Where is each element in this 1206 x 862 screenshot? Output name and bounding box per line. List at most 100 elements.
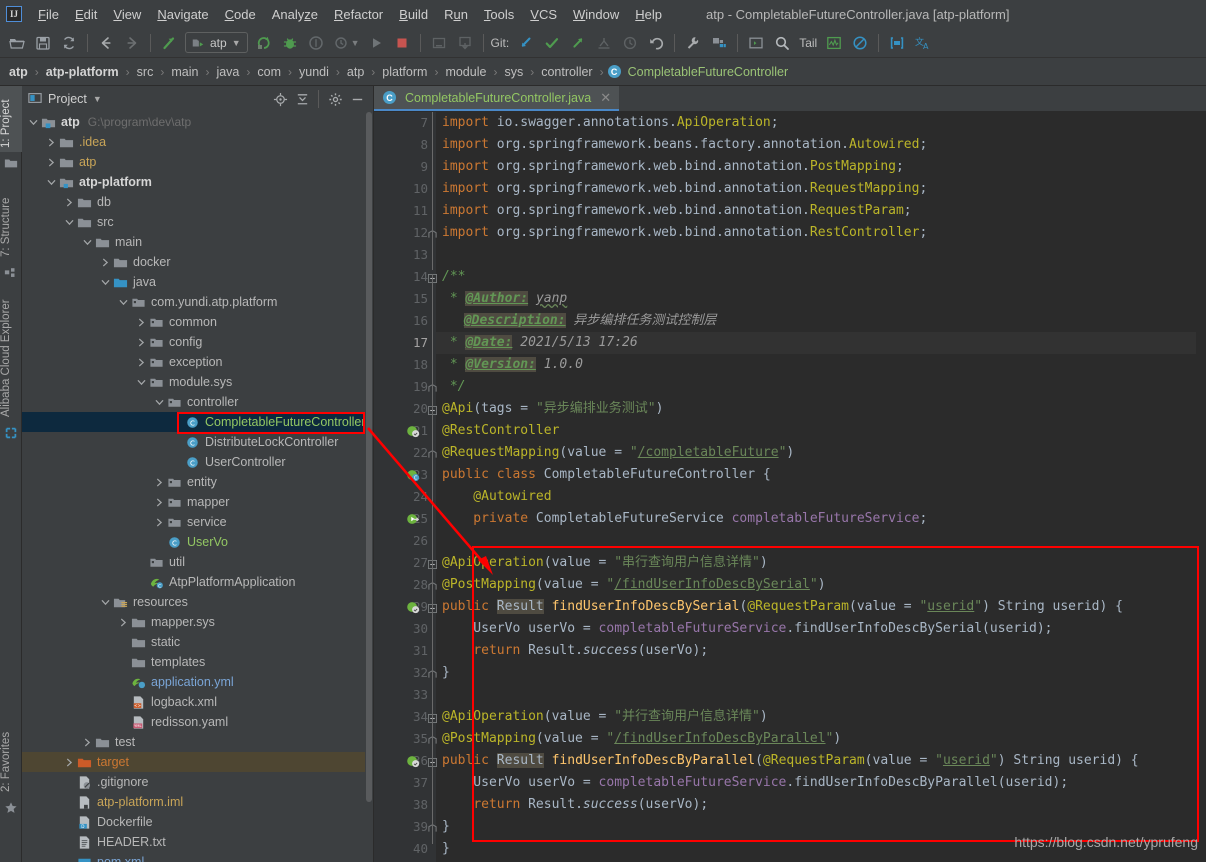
save-all-icon[interactable] bbox=[30, 30, 56, 56]
code-line[interactable]: } bbox=[436, 816, 450, 838]
chevron-right-icon[interactable] bbox=[154, 477, 165, 488]
open-project-icon[interactable] bbox=[4, 30, 30, 56]
code-line[interactable]: @RequestMapping(value = "/completableFut… bbox=[436, 442, 794, 464]
code-line[interactable]: public Result findUserInfoDescByParallel… bbox=[436, 750, 1139, 772]
minimize-icon[interactable] bbox=[347, 89, 367, 109]
menu-bar[interactable]: File Edit View Navigate Code Analyze Ref… bbox=[30, 4, 670, 25]
code-line[interactable]: * @Date: 2021/5/13 17:26 bbox=[436, 332, 1206, 354]
breadcrumb-item-2[interactable]: src bbox=[134, 64, 157, 80]
tree-item-static[interactable]: static bbox=[22, 632, 366, 652]
editor-gutter[interactable]: 7 8 9 10 11 12 13 14 15 16 17 18 19 20 21 22 23 C 24 25 26 27… bbox=[374, 112, 437, 862]
code-line[interactable]: } bbox=[436, 662, 450, 684]
tree-item-mapper[interactable]: mapper bbox=[22, 492, 366, 512]
code-line[interactable]: public Result findUserInfoDescBySerial(@… bbox=[436, 596, 1123, 618]
restore-layout-icon[interactable] bbox=[884, 30, 910, 56]
code-line[interactable]: @ApiOperation(value = "串行查询用户信息详情") bbox=[436, 552, 768, 574]
code-content[interactable]: import io.swagger.annotations.ApiOperati… bbox=[436, 112, 1206, 862]
locate-icon[interactable] bbox=[270, 89, 290, 109]
breadcrumb-item-3[interactable]: main bbox=[168, 64, 201, 80]
run-configuration-selector[interactable]: atp ▼ bbox=[185, 32, 248, 53]
code-line[interactable]: import org.springframework.web.bind.anno… bbox=[436, 200, 912, 222]
chevron-down-icon[interactable] bbox=[154, 397, 165, 408]
code-line[interactable]: import org.springframework.web.bind.anno… bbox=[436, 178, 927, 200]
code-line[interactable]: private CompletableFutureService complet… bbox=[436, 508, 927, 530]
code-line[interactable] bbox=[436, 530, 442, 552]
tree-item-test[interactable]: test bbox=[22, 732, 366, 752]
close-icon[interactable]: ✕ bbox=[600, 90, 611, 106]
chevron-right-icon[interactable] bbox=[154, 497, 165, 508]
git-update-project-icon[interactable] bbox=[513, 30, 539, 56]
code-line[interactable]: * @Author: yanp bbox=[436, 288, 567, 310]
tree-item-header-txt[interactable]: HEADER.txt bbox=[22, 832, 366, 852]
breadcrumb-item-11[interactable]: controller bbox=[538, 64, 595, 80]
code-line[interactable]: * @Version: 1.0.0 bbox=[436, 354, 583, 376]
code-line[interactable]: @Api(tags = "异步编排业务测试") bbox=[436, 398, 663, 420]
tree-item-templates[interactable]: templates bbox=[22, 652, 366, 672]
tree-item-atp-platform-iml[interactable]: atp-platform.iml bbox=[22, 792, 366, 812]
tree-item-atp-platform[interactable]: atp-platform bbox=[22, 172, 366, 192]
tree-item-src[interactable]: src bbox=[22, 212, 366, 232]
tree-item-controller[interactable]: controller bbox=[22, 392, 366, 412]
project-tree[interactable]: atp G:\program\dev\atp .idea atp atp-platfor… bbox=[22, 112, 366, 862]
breadcrumb-item-4[interactable]: java bbox=[213, 64, 242, 80]
chevron-right-icon[interactable] bbox=[154, 517, 165, 528]
sidebar-tab-project[interactable]: 1: Project bbox=[0, 86, 22, 152]
project-tree-scrollbar[interactable] bbox=[365, 112, 373, 862]
tree-item-application-yml[interactable]: application.yml bbox=[22, 672, 366, 692]
code-line[interactable]: @PostMapping(value = "/findUserInfoDescB… bbox=[436, 574, 826, 596]
gutter-bean-icon[interactable] bbox=[406, 754, 420, 768]
collapse-all-icon[interactable] bbox=[292, 89, 312, 109]
tree-item-gitignore[interactable]: .gitignore bbox=[22, 772, 366, 792]
breadcrumb-item-0[interactable]: atp bbox=[6, 64, 31, 80]
tree-item-dockerfile[interactable]: D Dockerfile bbox=[22, 812, 366, 832]
chevron-down-icon[interactable] bbox=[82, 237, 93, 248]
tree-item-pom-xml[interactable]: m pom.xml bbox=[22, 852, 366, 862]
monitor-icon[interactable] bbox=[821, 30, 847, 56]
code-line[interactable]: import org.springframework.web.bind.anno… bbox=[436, 222, 927, 244]
scrollbar-thumb[interactable] bbox=[366, 112, 372, 802]
menu-code[interactable]: Code bbox=[217, 4, 264, 25]
tree-item-util[interactable]: util bbox=[22, 552, 366, 572]
code-line[interactable]: import org.springframework.beans.factory… bbox=[436, 134, 927, 156]
last-edit-location-icon[interactable] bbox=[156, 30, 182, 56]
synchronize-icon[interactable] bbox=[56, 30, 82, 56]
tree-item-usercontroller[interactable]: C UserController bbox=[22, 452, 366, 472]
chevron-right-icon[interactable] bbox=[136, 357, 147, 368]
tree-item-distributelockcontroller[interactable]: C DistributeLockController bbox=[22, 432, 366, 452]
tree-item-common[interactable]: common bbox=[22, 312, 366, 332]
tree-item-uservo[interactable]: C UserVo bbox=[22, 532, 366, 552]
chevron-down-icon[interactable] bbox=[46, 177, 57, 188]
tree-item-redisson-yaml[interactable]: YML redisson.yaml bbox=[22, 712, 366, 732]
code-line[interactable]: return Result.success(userVo); bbox=[436, 640, 708, 662]
code-line[interactable]: @Description: 异步编排任务测试控制层 bbox=[436, 310, 716, 332]
tree-item-db[interactable]: db bbox=[22, 192, 366, 212]
chevron-down-icon[interactable] bbox=[100, 597, 111, 608]
chevron-right-icon[interactable] bbox=[136, 317, 147, 328]
code-viewport[interactable]: 7 8 9 10 11 12 13 14 15 16 17 18 19 20 21 22 23 C 24 25 26 27… bbox=[374, 112, 1206, 862]
chevron-right-icon[interactable] bbox=[46, 157, 57, 168]
chevron-right-icon[interactable] bbox=[64, 757, 75, 768]
tree-item-resources[interactable]: resources bbox=[22, 592, 366, 612]
tree-item-atpplatformapplication[interactable]: C AtpPlatformApplication bbox=[22, 572, 366, 592]
tree-item-config[interactable]: config bbox=[22, 332, 366, 352]
tree-item-service[interactable]: service bbox=[22, 512, 366, 532]
gutter-spring-bean-icon[interactable]: C bbox=[406, 468, 420, 482]
menu-edit[interactable]: Edit bbox=[67, 4, 105, 25]
show-history-icon[interactable] bbox=[617, 30, 643, 56]
menu-view[interactable]: View bbox=[105, 4, 149, 25]
tree-item-com-yundi-atp-platform[interactable]: com.yundi.atp.platform bbox=[22, 292, 366, 312]
search-everywhere-icon[interactable] bbox=[769, 30, 795, 56]
code-line[interactable]: UserVo userVo = completableFutureService… bbox=[436, 772, 1068, 794]
translate-icon[interactable]: 文A bbox=[910, 30, 936, 56]
chevron-down-icon[interactable]: ▼ bbox=[93, 94, 102, 104]
tree-item-atp[interactable]: atp bbox=[22, 152, 366, 172]
debug-icon[interactable] bbox=[277, 30, 303, 56]
run-icon[interactable] bbox=[363, 30, 389, 56]
chevron-down-icon[interactable] bbox=[100, 277, 111, 288]
run-dashboard-icon[interactable] bbox=[426, 30, 452, 56]
code-line[interactable]: */ bbox=[436, 376, 466, 398]
code-line[interactable]: import org.springframework.web.bind.anno… bbox=[436, 156, 904, 178]
undo-icon[interactable] bbox=[643, 30, 669, 56]
breadcrumb[interactable]: atp › atp-platform › src › main › java ›… bbox=[0, 58, 1206, 86]
settings-icon[interactable] bbox=[680, 30, 706, 56]
